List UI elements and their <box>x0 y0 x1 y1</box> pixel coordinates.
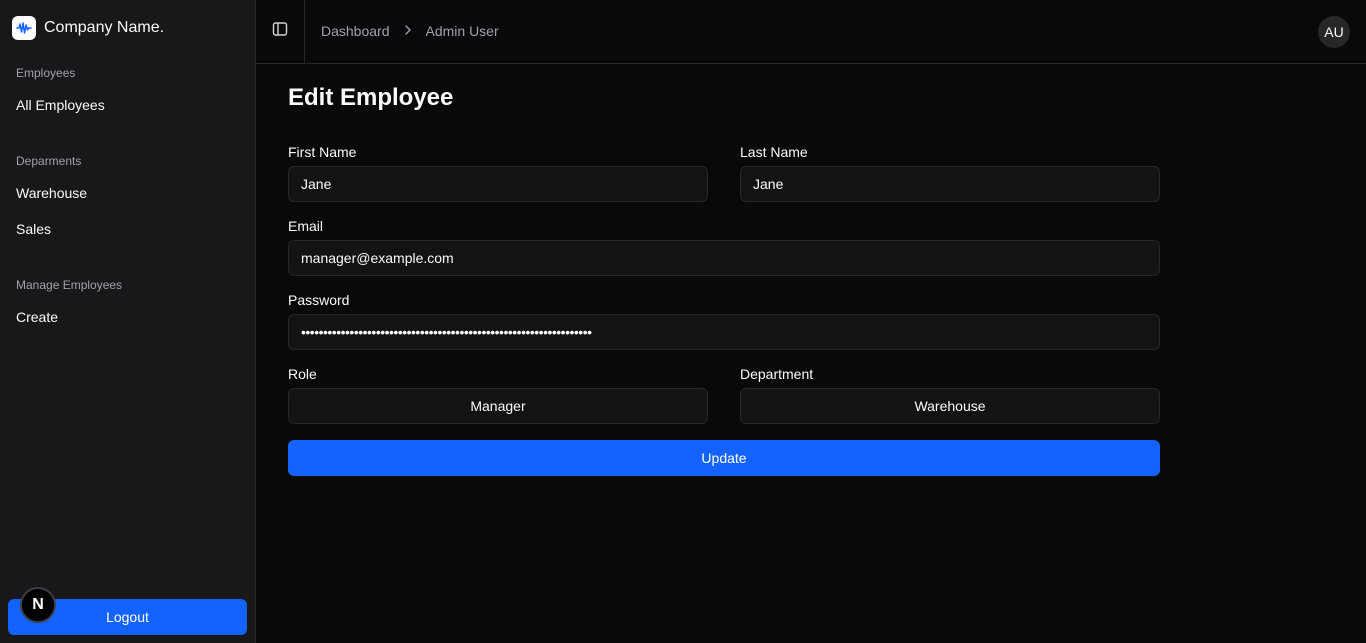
first-name-label: First Name <box>288 144 357 160</box>
breadcrumb-current: Admin User <box>425 23 499 39</box>
avatar[interactable]: AU <box>1318 16 1350 48</box>
breadcrumb-dashboard[interactable]: Dashboard <box>321 23 390 39</box>
dev-tools-badge[interactable]: N <box>20 587 56 623</box>
first-name-field[interactable] <box>288 166 708 202</box>
brand[interactable]: Company Name. <box>12 16 164 40</box>
page-title: Edit Employee <box>288 84 454 111</box>
group-label-departments: Deparments <box>16 154 82 168</box>
role-label: Role <box>288 366 317 382</box>
update-button[interactable]: Update <box>288 440 1160 476</box>
sidebar-item-warehouse[interactable]: Warehouse <box>16 185 87 201</box>
last-name-field[interactable] <box>740 166 1160 202</box>
last-name-label: Last Name <box>740 144 808 160</box>
password-label: Password <box>288 292 350 308</box>
chevron-right-icon <box>402 23 414 39</box>
sidebar-item-all-employees[interactable]: All Employees <box>16 97 105 113</box>
group-label-manage-employees: Manage Employees <box>16 278 123 292</box>
sidebar: Company Name. Employees All Employees De… <box>0 0 256 643</box>
sidebar-item-create[interactable]: Create <box>16 309 58 325</box>
main-content: Dashboard Admin User AU Edit Employee Fi… <box>256 0 1366 643</box>
top-bar: Dashboard Admin User AU <box>256 0 1366 64</box>
sidebar-item-sales[interactable]: Sales <box>16 221 51 237</box>
role-select[interactable]: Manager <box>288 388 708 424</box>
app-root: Company Name. Employees All Employees De… <box>0 0 1366 643</box>
breadcrumb: Dashboard Admin User <box>321 23 499 39</box>
sidebar-toggle-icon <box>272 21 288 42</box>
password-field[interactable] <box>288 314 1160 350</box>
department-select[interactable]: Warehouse <box>740 388 1160 424</box>
email-label: Email <box>288 218 324 234</box>
email-field[interactable] <box>288 240 1160 276</box>
department-label: Department <box>740 366 814 382</box>
sidebar-toggle-button[interactable] <box>256 0 305 63</box>
brand-name: Company Name. <box>44 19 165 36</box>
group-label-employees: Employees <box>16 66 76 80</box>
waveform-icon <box>12 16 36 40</box>
